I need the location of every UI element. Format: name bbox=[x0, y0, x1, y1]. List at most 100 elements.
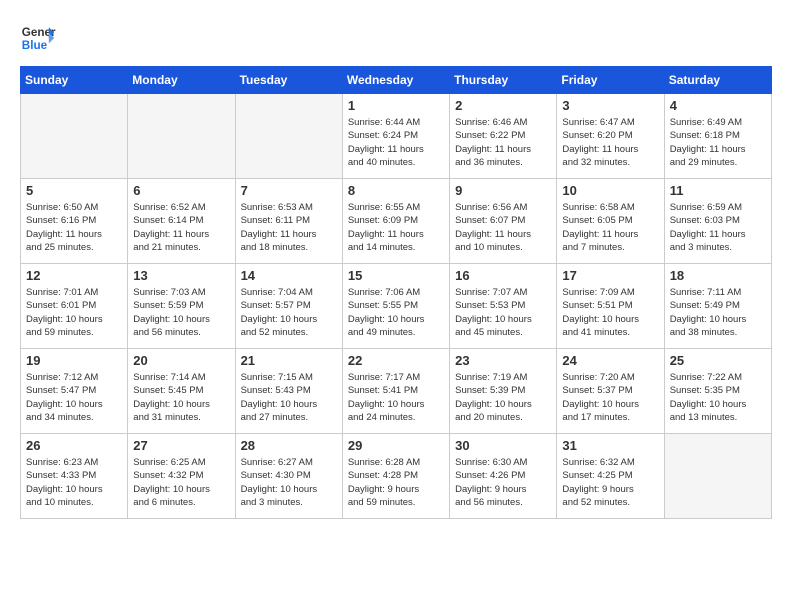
page-header: General Blue bbox=[20, 20, 772, 56]
calendar-cell: 9 Sunrise: 6:56 AM Sunset: 6:07 PM Daylig… bbox=[450, 179, 557, 264]
day-info: Sunrise: 6:58 AM Sunset: 6:05 PM Dayligh… bbox=[562, 201, 658, 254]
day-info: Sunrise: 7:19 AM Sunset: 5:39 PM Dayligh… bbox=[455, 371, 551, 424]
calendar-cell: 11Sunrise: 6:59 AM Sunset: 6:03 PM Dayli… bbox=[664, 179, 771, 264]
header-sunday: Sunday bbox=[21, 67, 128, 94]
calendar-cell: 16 Sunrise: 7:07 AM Sunset: 5:53 PM Dayli… bbox=[450, 264, 557, 349]
day-info: Sunrise: 6:50 AM Sunset: 6:16 PM Dayligh… bbox=[26, 201, 122, 254]
day-info: Sunrise: 7:22 AM Sunset: 5:35 PM Dayligh… bbox=[670, 371, 766, 424]
day-info: Sunrise: 6:53 AM Sunset: 6:11 PM Dayligh… bbox=[241, 201, 337, 254]
day-number: 23 bbox=[455, 353, 551, 368]
day-info: Sunrise: 7:01 AM Sunset: 6:01 PM Dayligh… bbox=[26, 286, 122, 339]
day-number: 16 bbox=[455, 268, 551, 283]
day-number: 26 bbox=[26, 438, 122, 453]
week-row-1: 1 Sunrise: 6:44 AM Sunset: 6:24 PM Daylig… bbox=[21, 94, 772, 179]
calendar-cell: 17 Sunrise: 7:09 AM Sunset: 5:51 PM Dayli… bbox=[557, 264, 664, 349]
calendar-cell: 7 Sunrise: 6:53 AM Sunset: 6:11 PM Daylig… bbox=[235, 179, 342, 264]
calendar-cell bbox=[21, 94, 128, 179]
svg-text:Blue: Blue bbox=[22, 39, 48, 52]
calendar-cell bbox=[128, 94, 235, 179]
day-number: 22 bbox=[348, 353, 444, 368]
calendar-cell: 27 Sunrise: 6:25 AM Sunset: 4:32 PM Dayli… bbox=[128, 434, 235, 519]
day-number: 9 bbox=[455, 183, 551, 198]
calendar-cell: 1 Sunrise: 6:44 AM Sunset: 6:24 PM Daylig… bbox=[342, 94, 449, 179]
calendar-cell: 26 Sunrise: 6:23 AM Sunset: 4:33 PM Dayli… bbox=[21, 434, 128, 519]
day-info: Sunrise: 6:55 AM Sunset: 6:09 PM Dayligh… bbox=[348, 201, 444, 254]
day-info: Sunrise: 7:17 AM Sunset: 5:41 PM Dayligh… bbox=[348, 371, 444, 424]
day-info: Sunrise: 7:12 AM Sunset: 5:47 PM Dayligh… bbox=[26, 371, 122, 424]
day-info: Sunrise: 6:27 AM Sunset: 4:30 PM Dayligh… bbox=[241, 456, 337, 509]
calendar-cell: 13 Sunrise: 7:03 AM Sunset: 5:59 PM Dayli… bbox=[128, 264, 235, 349]
day-number: 4 bbox=[670, 98, 766, 113]
header-monday: Monday bbox=[128, 67, 235, 94]
day-number: 25 bbox=[670, 353, 766, 368]
day-number: 12 bbox=[26, 268, 122, 283]
day-info: Sunrise: 7:03 AM Sunset: 5:59 PM Dayligh… bbox=[133, 286, 229, 339]
logo: General Blue bbox=[20, 20, 56, 56]
week-row-2: 5 Sunrise: 6:50 AM Sunset: 6:16 PM Daylig… bbox=[21, 179, 772, 264]
calendar-cell: 23 Sunrise: 7:19 AM Sunset: 5:39 PM Dayli… bbox=[450, 349, 557, 434]
day-number: 30 bbox=[455, 438, 551, 453]
calendar-cell: 12 Sunrise: 7:01 AM Sunset: 6:01 PM Dayli… bbox=[21, 264, 128, 349]
header-saturday: Saturday bbox=[664, 67, 771, 94]
day-number: 19 bbox=[26, 353, 122, 368]
calendar-header-row: SundayMondayTuesdayWednesdayThursdayFrid… bbox=[21, 67, 772, 94]
day-info: Sunrise: 6:46 AM Sunset: 6:22 PM Dayligh… bbox=[455, 116, 551, 169]
day-number: 1 bbox=[348, 98, 444, 113]
day-number: 15 bbox=[348, 268, 444, 283]
day-info: Sunrise: 6:32 AM Sunset: 4:25 PM Dayligh… bbox=[562, 456, 658, 509]
day-info: Sunrise: 6:44 AM Sunset: 6:24 PM Dayligh… bbox=[348, 116, 444, 169]
week-row-4: 19 Sunrise: 7:12 AM Sunset: 5:47 PM Dayli… bbox=[21, 349, 772, 434]
day-info: Sunrise: 6:23 AM Sunset: 4:33 PM Dayligh… bbox=[26, 456, 122, 509]
header-thursday: Thursday bbox=[450, 67, 557, 94]
day-number: 21 bbox=[241, 353, 337, 368]
day-number: 17 bbox=[562, 268, 658, 283]
calendar-cell: 14Sunrise: 7:04 AM Sunset: 5:57 PM Dayli… bbox=[235, 264, 342, 349]
day-number: 29 bbox=[348, 438, 444, 453]
day-info: Sunrise: 6:47 AM Sunset: 6:20 PM Dayligh… bbox=[562, 116, 658, 169]
day-info: Sunrise: 6:28 AM Sunset: 4:28 PM Dayligh… bbox=[348, 456, 444, 509]
day-info: Sunrise: 7:15 AM Sunset: 5:43 PM Dayligh… bbox=[241, 371, 337, 424]
calendar-cell bbox=[664, 434, 771, 519]
day-info: Sunrise: 7:07 AM Sunset: 5:53 PM Dayligh… bbox=[455, 286, 551, 339]
day-info: Sunrise: 7:14 AM Sunset: 5:45 PM Dayligh… bbox=[133, 371, 229, 424]
day-number: 14 bbox=[241, 268, 337, 283]
day-number: 2 bbox=[455, 98, 551, 113]
day-info: Sunrise: 6:52 AM Sunset: 6:14 PM Dayligh… bbox=[133, 201, 229, 254]
day-number: 24 bbox=[562, 353, 658, 368]
calendar-cell: 20 Sunrise: 7:14 AM Sunset: 5:45 PM Dayli… bbox=[128, 349, 235, 434]
header-wednesday: Wednesday bbox=[342, 67, 449, 94]
day-info: Sunrise: 7:09 AM Sunset: 5:51 PM Dayligh… bbox=[562, 286, 658, 339]
calendar-cell: 6 Sunrise: 6:52 AM Sunset: 6:14 PM Daylig… bbox=[128, 179, 235, 264]
calendar-cell: 28Sunrise: 6:27 AM Sunset: 4:30 PM Dayli… bbox=[235, 434, 342, 519]
calendar-cell: 21 Sunrise: 7:15 AM Sunset: 5:43 PM Dayli… bbox=[235, 349, 342, 434]
day-info: Sunrise: 6:49 AM Sunset: 6:18 PM Dayligh… bbox=[670, 116, 766, 169]
day-number: 27 bbox=[133, 438, 229, 453]
calendar-cell: 4 Sunrise: 6:49 AM Sunset: 6:18 PM Daylig… bbox=[664, 94, 771, 179]
calendar-cell: 10Sunrise: 6:58 AM Sunset: 6:05 PM Dayli… bbox=[557, 179, 664, 264]
day-info: Sunrise: 6:56 AM Sunset: 6:07 PM Dayligh… bbox=[455, 201, 551, 254]
calendar-cell bbox=[235, 94, 342, 179]
calendar-cell: 30 Sunrise: 6:30 AM Sunset: 4:26 PM Dayli… bbox=[450, 434, 557, 519]
calendar-cell: 15 Sunrise: 7:06 AM Sunset: 5:55 PM Dayli… bbox=[342, 264, 449, 349]
day-info: Sunrise: 6:30 AM Sunset: 4:26 PM Dayligh… bbox=[455, 456, 551, 509]
calendar-cell: 25 Sunrise: 7:22 AM Sunset: 5:35 PM Dayli… bbox=[664, 349, 771, 434]
day-number: 31 bbox=[562, 438, 658, 453]
calendar-cell: 2 Sunrise: 6:46 AM Sunset: 6:22 PM Daylig… bbox=[450, 94, 557, 179]
logo-icon: General Blue bbox=[20, 20, 56, 56]
day-info: Sunrise: 6:25 AM Sunset: 4:32 PM Dayligh… bbox=[133, 456, 229, 509]
day-number: 5 bbox=[26, 183, 122, 198]
calendar-cell: 8 Sunrise: 6:55 AM Sunset: 6:09 PM Daylig… bbox=[342, 179, 449, 264]
day-number: 13 bbox=[133, 268, 229, 283]
week-row-5: 26 Sunrise: 6:23 AM Sunset: 4:33 PM Dayli… bbox=[21, 434, 772, 519]
day-number: 8 bbox=[348, 183, 444, 198]
calendar-cell: 24Sunrise: 7:20 AM Sunset: 5:37 PM Dayli… bbox=[557, 349, 664, 434]
calendar-cell: 5 Sunrise: 6:50 AM Sunset: 6:16 PM Daylig… bbox=[21, 179, 128, 264]
calendar-cell: 19 Sunrise: 7:12 AM Sunset: 5:47 PM Dayli… bbox=[21, 349, 128, 434]
day-number: 6 bbox=[133, 183, 229, 198]
day-number: 20 bbox=[133, 353, 229, 368]
calendar-cell: 22 Sunrise: 7:17 AM Sunset: 5:41 PM Dayli… bbox=[342, 349, 449, 434]
calendar-cell: 31 Sunrise: 6:32 AM Sunset: 4:25 PM Dayli… bbox=[557, 434, 664, 519]
day-info: Sunrise: 7:06 AM Sunset: 5:55 PM Dayligh… bbox=[348, 286, 444, 339]
day-number: 7 bbox=[241, 183, 337, 198]
calendar-cell: 18Sunrise: 7:11 AM Sunset: 5:49 PM Dayli… bbox=[664, 264, 771, 349]
